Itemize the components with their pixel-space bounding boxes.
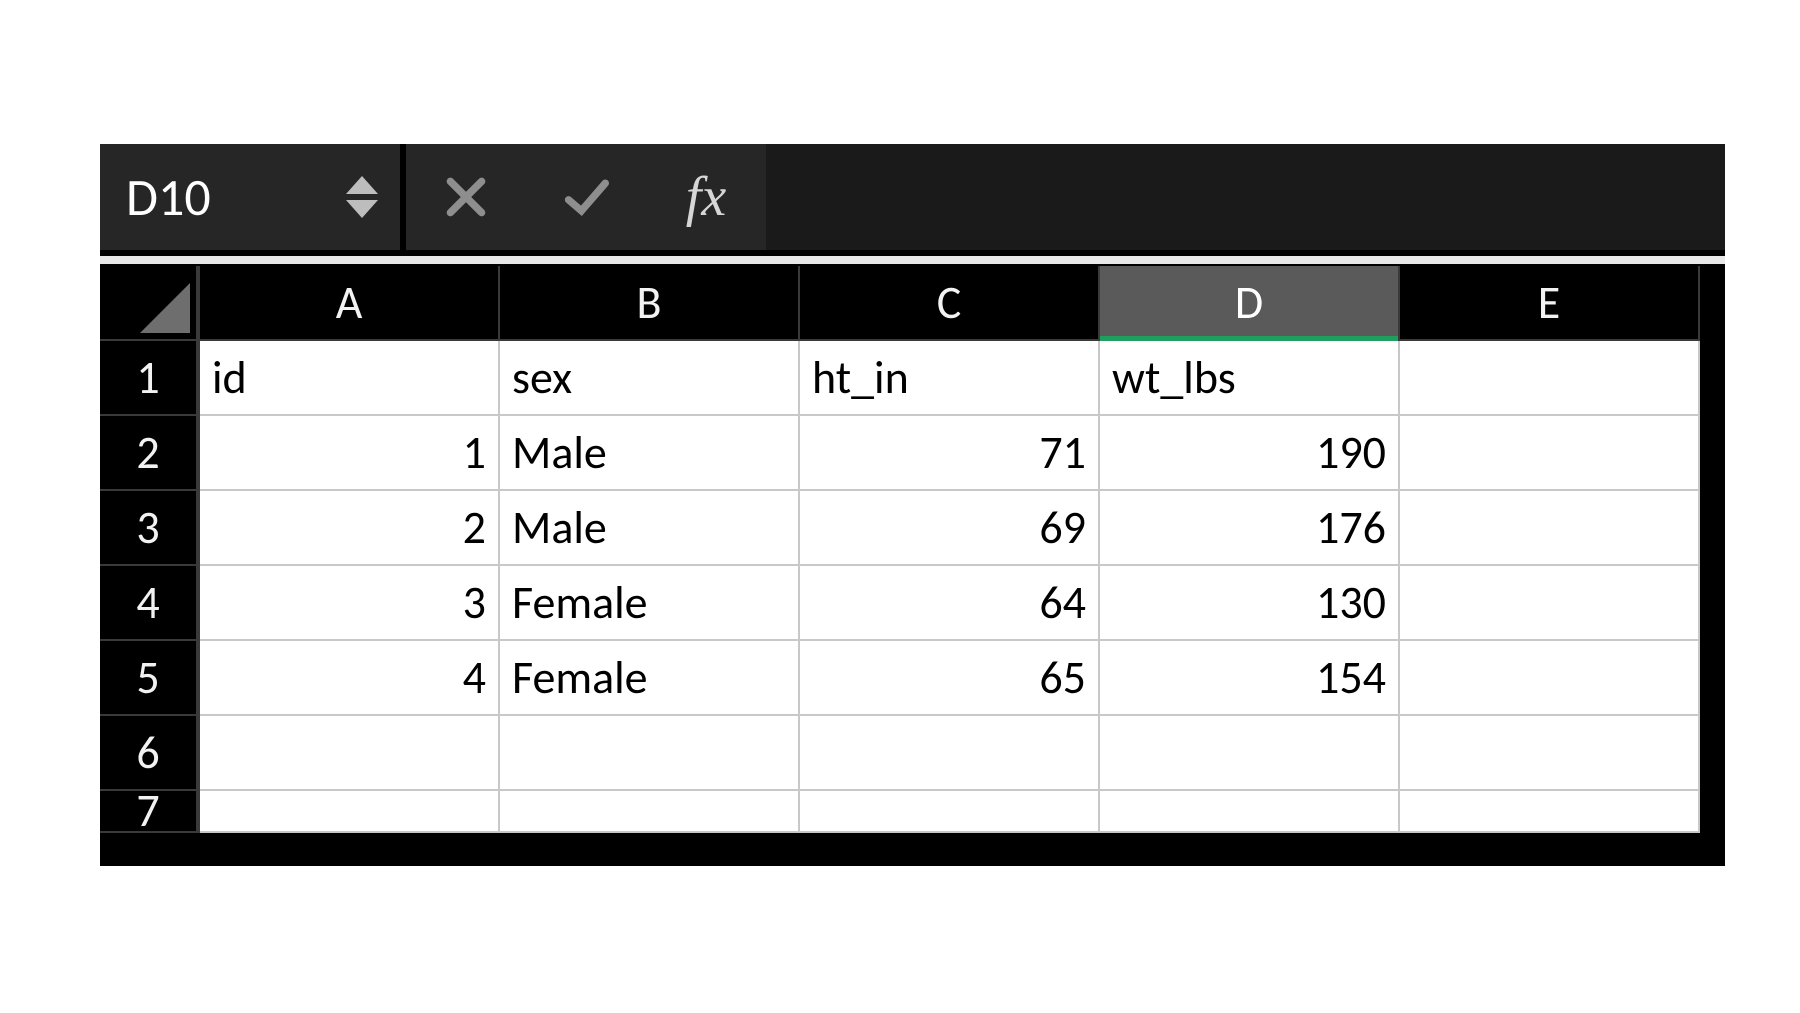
select-all-corner[interactable]	[100, 266, 200, 341]
row-header-1[interactable]: 1	[100, 341, 200, 416]
cell-b3[interactable]: Male	[500, 491, 800, 566]
column-header-b[interactable]: B	[500, 266, 800, 341]
spreadsheet-grid[interactable]: A B C D E 1 id sex ht_in wt_lbs 2 1 Male…	[100, 266, 1725, 866]
name-box[interactable]: D10	[100, 144, 400, 250]
row-header-5[interactable]: 5	[100, 641, 200, 716]
cell-a5[interactable]: 4	[200, 641, 500, 716]
column-header-c[interactable]: C	[800, 266, 1100, 341]
cell-a6[interactable]	[200, 716, 500, 791]
column-header-e[interactable]: E	[1400, 266, 1700, 341]
cell-e1[interactable]	[1400, 341, 1700, 416]
column-header-a[interactable]: A	[200, 266, 500, 341]
cell-e3[interactable]	[1400, 491, 1700, 566]
enter-button[interactable]	[526, 144, 646, 250]
cell-c7[interactable]	[800, 791, 1100, 833]
cell-e6[interactable]	[1400, 716, 1700, 791]
name-box-stepper[interactable]	[342, 144, 382, 250]
row-header-4[interactable]: 4	[100, 566, 200, 641]
row-header-3[interactable]: 3	[100, 491, 200, 566]
cell-e5[interactable]	[1400, 641, 1700, 716]
cell-d2[interactable]: 190	[1100, 416, 1400, 491]
row-header-6[interactable]: 6	[100, 716, 200, 791]
insert-function-button[interactable]: fx	[646, 144, 766, 250]
cell-a4[interactable]: 3	[200, 566, 500, 641]
cell-c1[interactable]: ht_in	[800, 341, 1100, 416]
cell-b4[interactable]: Female	[500, 566, 800, 641]
name-box-value: D10	[126, 165, 211, 229]
close-icon	[443, 174, 489, 220]
cell-d6[interactable]	[1100, 716, 1400, 791]
spacer	[100, 254, 1725, 266]
cell-d7[interactable]	[1100, 791, 1400, 833]
cell-c5[interactable]: 65	[800, 641, 1100, 716]
cell-e2[interactable]	[1400, 416, 1700, 491]
cell-b5[interactable]: Female	[500, 641, 800, 716]
cell-d3[interactable]: 176	[1100, 491, 1400, 566]
chevron-down-icon[interactable]	[346, 200, 378, 218]
cell-b2[interactable]: Male	[500, 416, 800, 491]
cell-a2[interactable]: 1	[200, 416, 500, 491]
cell-d5[interactable]: 154	[1100, 641, 1400, 716]
cell-d1[interactable]: wt_lbs	[1100, 341, 1400, 416]
formula-bar: D10 fx	[100, 144, 1725, 254]
cell-a1[interactable]: id	[200, 341, 500, 416]
cell-e4[interactable]	[1400, 566, 1700, 641]
cell-a7[interactable]	[200, 791, 500, 833]
cell-c4[interactable]: 64	[800, 566, 1100, 641]
cancel-button[interactable]	[406, 144, 526, 250]
spreadsheet-viewport: D10 fx A B C D E	[100, 144, 1725, 866]
cell-b6[interactable]	[500, 716, 800, 791]
cell-c2[interactable]: 71	[800, 416, 1100, 491]
cell-e7[interactable]	[1400, 791, 1700, 833]
cell-d4[interactable]: 130	[1100, 566, 1400, 641]
cell-b1[interactable]: sex	[500, 341, 800, 416]
check-icon	[563, 174, 609, 220]
column-header-d[interactable]: D	[1100, 266, 1400, 341]
cell-c6[interactable]	[800, 716, 1100, 791]
cell-b7[interactable]	[500, 791, 800, 833]
formula-input[interactable]	[766, 144, 1725, 250]
fx-icon: fx	[686, 165, 726, 229]
row-header-2[interactable]: 2	[100, 416, 200, 491]
chevron-up-icon[interactable]	[346, 176, 378, 194]
cell-a3[interactable]: 2	[200, 491, 500, 566]
cell-c3[interactable]: 69	[800, 491, 1100, 566]
row-header-7[interactable]: 7	[100, 791, 200, 833]
